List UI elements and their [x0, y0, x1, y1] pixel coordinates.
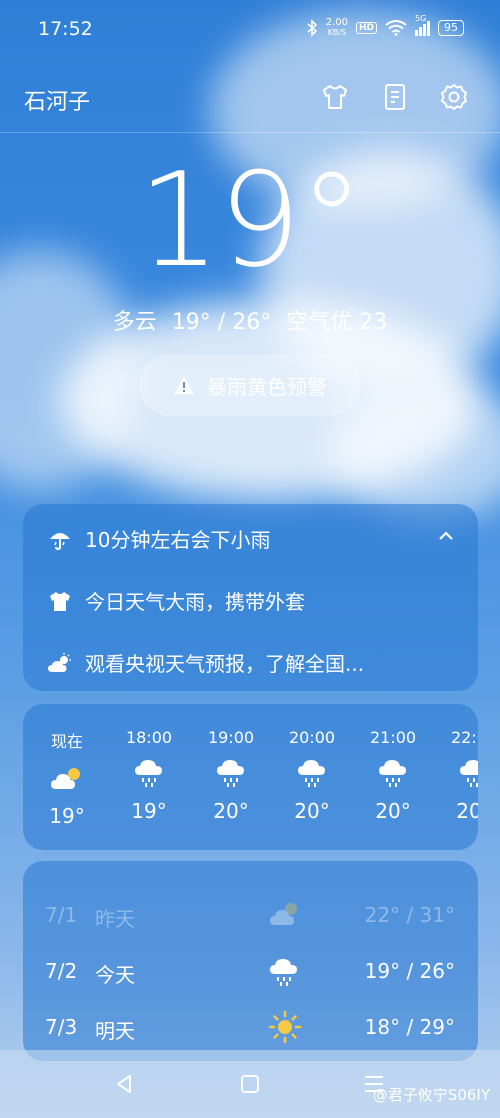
net-speed: 2.00 KB/S [325, 17, 348, 38]
wifi-icon [385, 20, 407, 36]
day-name: 今天 [95, 963, 135, 987]
rain-icon [353, 753, 433, 793]
day-row[interactable]: 7/2 今天 19° / 26° [45, 953, 465, 993]
hour-time: 22:00 [450, 728, 478, 747]
day-range: 19° / 26° [364, 959, 455, 983]
collapse-chevron-icon[interactable] [436, 526, 456, 546]
bluetooth-icon [307, 19, 317, 37]
alert-label: 暴雨黄色预警 [207, 374, 327, 399]
day-date: 7/2 [45, 959, 78, 983]
day-date: 7/3 [45, 1015, 78, 1039]
air-quality[interactable]: 空气优 23 [286, 310, 387, 335]
current-condition: 多云 [112, 310, 157, 335]
rain-icon [191, 753, 271, 793]
partly-cloudy-icon [270, 903, 297, 925]
rain-icon [434, 753, 478, 793]
tip-text: 10分钟左右会下小雨 [85, 528, 271, 552]
hd-badge: HD [355, 22, 377, 34]
warning-icon [174, 376, 194, 394]
rain-icon [272, 753, 352, 793]
hour-temp: 20° [213, 799, 249, 823]
cloud-sun-icon [47, 651, 73, 675]
tip-item[interactable]: 观看央视天气预报，了解全国... [47, 648, 364, 677]
city-name[interactable]: 石河子 [24, 84, 90, 116]
day-row[interactable]: 7/1 昨天 22° / 31° [45, 897, 465, 937]
temp-range: 19° / 26° [171, 310, 272, 335]
watermark: @君子攸宁S06IY [372, 1086, 490, 1104]
hour-time: 现在 [50, 732, 83, 751]
outfit-icon[interactable] [320, 82, 350, 112]
settings-gear-icon[interactable] [439, 82, 469, 112]
sun-icon [268, 1010, 302, 1044]
hour-time: 20:00 [288, 728, 336, 747]
hour-time: 21:00 [369, 728, 417, 747]
hour-temp: 19° [131, 799, 167, 823]
back-icon[interactable] [112, 1072, 136, 1096]
hour-item[interactable]: 18:00 19° [109, 728, 189, 823]
tip-text: 观看央视天气预报，了解全国... [85, 652, 365, 676]
hour-item[interactable]: 20:00 20° [272, 728, 352, 823]
hour-item[interactable]: 现在 19° [27, 728, 107, 828]
umbrella-icon [47, 527, 73, 551]
daily-forecast[interactable]: 7/1 昨天 22° / 31° 7/2 今天 19° / 26° 7/3 明天… [23, 861, 478, 1061]
hour-temp: 20° [456, 799, 478, 823]
hour-temp: 20° [294, 799, 330, 823]
day-name: 明天 [95, 1019, 135, 1043]
report-icon[interactable] [380, 82, 410, 112]
hour-item[interactable]: 21:00 20° [353, 728, 433, 823]
tips-card: 10分钟左右会下小雨 今日天气大雨，携带外套 观看央视天气预报，了解全国... [23, 504, 478, 691]
top-bar: 石河子 [0, 60, 500, 133]
battery-indicator: 95 [438, 20, 464, 36]
current-summary: 多云 19° / 26° 空气优 23 [0, 304, 500, 336]
hour-time: 19:00 [207, 728, 255, 747]
day-date: 7/1 [45, 903, 78, 927]
shirt-icon [47, 589, 73, 613]
status-icons: 2.00 KB/S HD 5G 95 [306, 14, 464, 38]
home-icon[interactable] [238, 1072, 262, 1096]
rain-icon [109, 753, 189, 793]
current-temperature: 19° [137, 144, 364, 296]
tip-text: 今日天气大雨，携带外套 [85, 590, 305, 614]
tip-item[interactable]: 今日天气大雨，携带外套 [47, 586, 305, 615]
day-row[interactable]: 7/3 明天 18° / 29° [45, 1009, 465, 1049]
cell-signal: 5G [415, 14, 430, 36]
tip-item[interactable]: 10分钟左右会下小雨 [47, 524, 270, 553]
hour-item[interactable]: 19:00 20° [191, 728, 271, 823]
rain-icon [270, 959, 297, 986]
hourly-forecast[interactable]: 现在 19° 18:00 19° 19:00 20° 20:00 20° 21:… [23, 704, 478, 850]
day-name: 昨天 [95, 907, 135, 931]
status-bar: 17:52 2.00 KB/S HD 5G 95 [0, 0, 500, 60]
hour-temp: 20° [375, 799, 411, 823]
day-range: 22° / 31° [364, 903, 455, 927]
weather-alert-button[interactable]: 暴雨黄色预警 [139, 354, 361, 416]
hour-item[interactable]: 22:00 20° [434, 728, 478, 823]
day-range: 18° / 29° [364, 1015, 455, 1039]
hour-temp: 19° [49, 804, 85, 828]
clock: 17:52 [38, 18, 93, 40]
partly-cloudy-icon [27, 758, 107, 798]
hour-time: 18:00 [125, 728, 173, 747]
